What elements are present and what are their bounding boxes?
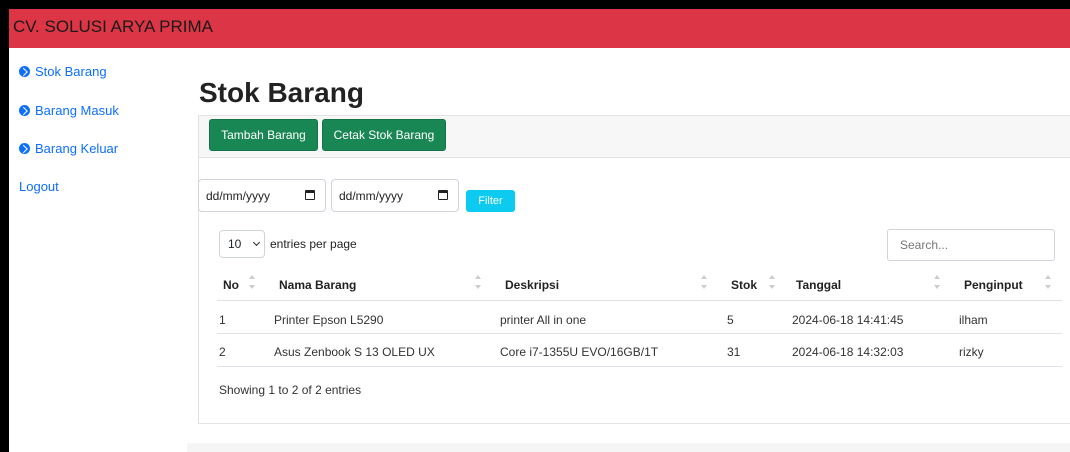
circle-arrow-icon: [19, 66, 30, 77]
cell-no: 2: [219, 345, 226, 359]
top-navbar: CV. SOLUSI ARYA PRIMA: [9, 9, 1070, 48]
column-header-penginput[interactable]: Penginput: [964, 278, 1023, 292]
column-header-nama-barang[interactable]: Nama Barang: [279, 278, 356, 292]
cell-no: 1: [219, 313, 226, 327]
footer-strip: [187, 443, 1070, 452]
date-from-value: dd/mm/yyyy: [206, 188, 271, 203]
cell-deskripsi: printer All in one: [500, 313, 587, 327]
entries-per-page-select[interactable]: 10: [219, 230, 265, 258]
calendar-icon[interactable]: [438, 190, 448, 200]
sidebar-item-label: Barang Masuk: [35, 103, 119, 118]
sidebar-item-barang-keluar[interactable]: Barang Keluar: [19, 141, 118, 156]
sort-icon[interactable]: [475, 271, 481, 293]
brand-title[interactable]: CV. SOLUSI ARYA PRIMA: [13, 17, 213, 37]
header-divider: [217, 300, 1062, 301]
cell-penginput: rizky: [959, 345, 984, 359]
print-stock-button[interactable]: Cetak Stok Barang: [322, 119, 446, 151]
calendar-icon[interactable]: [305, 190, 315, 200]
table-info: Showing 1 to 2 of 2 entries: [219, 383, 362, 397]
cell-tanggal: 2024-06-18 14:32:03: [792, 345, 904, 359]
filter-button[interactable]: Filter: [466, 190, 515, 212]
sort-icon[interactable]: [701, 271, 707, 293]
column-header-stok[interactable]: Stok: [731, 278, 757, 292]
row-divider: [217, 366, 1062, 367]
sort-icon[interactable]: [249, 271, 255, 293]
cell-deskripsi: Core i7-1355U EVO/16GB/1T: [500, 345, 659, 359]
search-input[interactable]: Search...: [887, 229, 1055, 261]
cell-stok: 31: [727, 345, 741, 359]
cell-penginput: ilham: [959, 313, 988, 327]
cell-nama-barang: Asus Zenbook S 13 OLED UX: [274, 345, 435, 359]
sidebar-item-label: Barang Keluar: [35, 141, 119, 156]
circle-arrow-icon: [19, 143, 30, 154]
cell-tanggal: 2024-06-18 14:41:45: [792, 313, 904, 327]
sort-icon[interactable]: [934, 271, 940, 293]
sidebar: Stok Barang Barang Masuk Barang Keluar L…: [9, 48, 179, 452]
date-to-value: dd/mm/yyyy: [339, 188, 404, 203]
column-header-deskripsi[interactable]: Deskripsi: [505, 278, 559, 292]
per-page-value: 10: [228, 237, 242, 251]
add-item-button[interactable]: Tambah Barang: [209, 119, 318, 151]
sort-icon[interactable]: [1045, 271, 1051, 293]
app-frame: CV. SOLUSI ARYA PRIMA Stok Barang Barang…: [9, 9, 1070, 452]
page-title: Stok Barang: [199, 77, 364, 108]
cell-stok: 5: [727, 313, 734, 327]
logout-link[interactable]: Logout: [19, 179, 59, 194]
column-header-no[interactable]: No: [223, 278, 239, 292]
row-divider: [217, 333, 1062, 334]
date-from-input[interactable]: dd/mm/yyyy: [198, 179, 326, 212]
date-to-input[interactable]: dd/mm/yyyy: [331, 179, 459, 212]
cell-nama-barang: Printer Epson L5290: [274, 313, 384, 327]
column-header-tanggal[interactable]: Tanggal: [796, 278, 841, 292]
per-page-label: entries per page: [270, 237, 357, 251]
chevron-down-icon: [252, 238, 261, 247]
sidebar-item-label: Stok Barang: [35, 64, 107, 79]
sidebar-item-stok-barang[interactable]: Stok Barang: [19, 64, 107, 79]
sidebar-item-barang-masuk[interactable]: Barang Masuk: [19, 103, 119, 118]
circle-arrow-icon: [19, 105, 30, 116]
sort-icon[interactable]: [769, 271, 775, 293]
